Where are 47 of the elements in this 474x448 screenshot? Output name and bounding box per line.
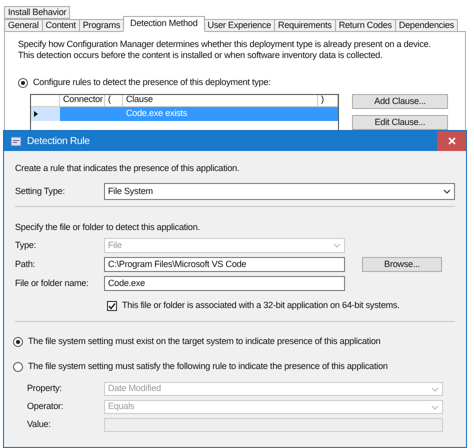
tab[interactable]: Programs bbox=[78, 19, 124, 32]
field-label: File or folder name: bbox=[15, 276, 90, 290]
field-label: Property: bbox=[27, 382, 63, 396]
input-field[interactable]: Code.exe bbox=[104, 276, 345, 291]
radio-button[interactable] bbox=[13, 362, 23, 372]
field-label: Value: bbox=[27, 418, 52, 432]
radio-label: Configure rules to detect the presence of this deployment type: bbox=[33, 76, 271, 89]
caret-icon bbox=[333, 243, 341, 248]
column-header[interactable]: ( bbox=[105, 94, 123, 106]
section-text: Specify the file or folder to detect this application. bbox=[15, 221, 201, 233]
input-field[interactable]: C:\Program Files\Microsoft VS Code bbox=[104, 257, 345, 272]
tab[interactable]: User Experience bbox=[204, 19, 276, 32]
window-icon bbox=[11, 136, 21, 146]
caret-icon bbox=[431, 386, 439, 392]
button[interactable]: Add Clause... bbox=[352, 94, 448, 108]
close-icon bbox=[448, 137, 456, 145]
checkbox[interactable] bbox=[107, 301, 117, 311]
button[interactable]: Edit Clause... bbox=[352, 114, 448, 130]
checkbox-label: This file or folder is associated with a 32-bit application on 64-bit systems. bbox=[122, 299, 400, 312]
tab[interactable]: Dependencies bbox=[394, 19, 458, 32]
tab[interactable]: Install Behavior bbox=[4, 6, 70, 19]
caret-icon bbox=[431, 404, 439, 410]
tab[interactable]: Requirements bbox=[274, 19, 336, 32]
description-text: Specify how Configuration Manager determines whether this deployment type is already present on a device. This detection occurs before the content is installed or when software inventory data is collected. bbox=[18, 39, 432, 61]
tab[interactable]: Return Codes bbox=[334, 19, 396, 32]
close-button[interactable] bbox=[437, 131, 466, 151]
column-header[interactable]: Connector bbox=[60, 94, 105, 106]
column-header[interactable]: ) bbox=[318, 94, 338, 106]
field-label: Path: bbox=[15, 258, 36, 271]
radio-button[interactable] bbox=[13, 337, 23, 347]
radio-label: The file system setting must satisfy the following rule to indicate the presence of this application bbox=[28, 360, 388, 374]
tab[interactable]: Content bbox=[42, 19, 80, 32]
dropdown[interactable]: File System bbox=[104, 183, 455, 200]
column-header[interactable]: Clause bbox=[123, 94, 318, 106]
intro-text: Create a rule that indicates the presence of this application. bbox=[15, 162, 240, 174]
field-label: Setting Type: bbox=[15, 184, 66, 198]
row-indicator-icon bbox=[34, 110, 38, 116]
browse-button[interactable]: Browse... bbox=[362, 257, 442, 272]
tab[interactable]: Detection Method bbox=[123, 16, 205, 32]
tab[interactable]: General bbox=[4, 19, 43, 32]
window-title: Detection Rule bbox=[27, 134, 91, 148]
field-label: Operator: bbox=[27, 400, 64, 414]
caret-icon bbox=[443, 189, 451, 194]
field-label: Type: bbox=[15, 238, 38, 252]
radio-button[interactable] bbox=[18, 78, 28, 88]
radio-label: The file system setting must exist on the target system to indicate presence of this application bbox=[28, 335, 380, 348]
table-cell-text: Code.exe exists bbox=[126, 106, 188, 120]
